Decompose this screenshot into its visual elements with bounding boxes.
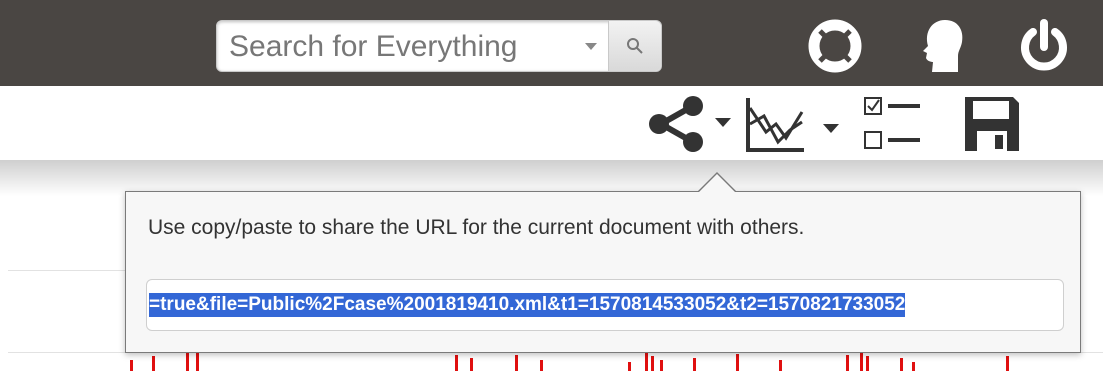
chart-tick bbox=[846, 355, 849, 371]
chart-tick bbox=[515, 355, 518, 371]
chart-tick bbox=[651, 356, 654, 371]
chart-tick bbox=[470, 358, 473, 371]
top-bar bbox=[0, 0, 1103, 86]
chart-tick bbox=[660, 360, 663, 371]
chart-tick bbox=[645, 352, 648, 371]
share-url-selected-text[interactable]: =true&file=Public%2Fcase%2001819410.xml&… bbox=[149, 293, 906, 317]
checklist-icon[interactable] bbox=[862, 94, 924, 156]
popover-arrow-fill bbox=[698, 174, 736, 193]
chart-tick bbox=[912, 362, 915, 371]
share-dropdown-caret-icon[interactable] bbox=[715, 118, 731, 127]
chart-tick bbox=[455, 355, 458, 371]
chart-tick bbox=[540, 360, 543, 371]
chart-tick bbox=[900, 358, 903, 371]
document-toolbar bbox=[0, 86, 1103, 164]
chart-tick bbox=[779, 360, 782, 371]
search-icon bbox=[627, 38, 643, 54]
chart-tick bbox=[196, 352, 199, 371]
help-lifebuoy-icon[interactable] bbox=[805, 18, 865, 74]
share-url-popover: Use copy/paste to share the URL for the … bbox=[125, 191, 1081, 353]
chart-tick bbox=[866, 356, 869, 371]
chart-tick bbox=[736, 354, 739, 371]
chart-tick bbox=[860, 350, 863, 371]
chart-gridline bbox=[8, 270, 126, 271]
share-icon[interactable] bbox=[645, 94, 709, 154]
power-icon[interactable] bbox=[1014, 18, 1074, 74]
chart-tick bbox=[130, 360, 133, 371]
search-input[interactable] bbox=[227, 27, 571, 67]
user-profile-icon[interactable] bbox=[912, 18, 972, 74]
share-url-field[interactable]: =true&file=Public%2Fcase%2001819410.xml&… bbox=[146, 279, 1064, 331]
search-dropdown-caret-icon[interactable] bbox=[585, 43, 597, 50]
chart-tick bbox=[1006, 356, 1009, 371]
share-instructions: Use copy/paste to share the URL for the … bbox=[148, 216, 805, 239]
search-box bbox=[216, 20, 662, 72]
chart-dropdown-caret-icon[interactable] bbox=[823, 124, 839, 133]
save-icon[interactable] bbox=[960, 92, 1024, 156]
chart-tick bbox=[152, 356, 155, 371]
search-button[interactable] bbox=[608, 21, 661, 71]
chart-type-icon[interactable] bbox=[744, 94, 806, 154]
chart-tick bbox=[693, 358, 696, 371]
chart-tick bbox=[186, 350, 189, 371]
chart-tick bbox=[628, 362, 631, 371]
